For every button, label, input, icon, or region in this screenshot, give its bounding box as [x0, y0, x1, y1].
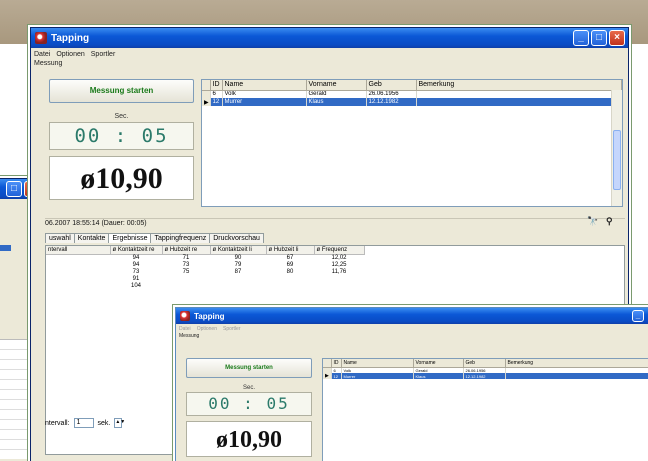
table-row[interactable]: 94 71 90 67 12,02 — [46, 254, 364, 261]
title-bar[interactable]: Tapping _ — [176, 308, 648, 324]
sec-label: Sec. — [242, 385, 255, 391]
col-id[interactable]: ID — [210, 80, 223, 91]
interval-label: ntervall: — [45, 419, 70, 427]
col-hubzeit-li[interactable]: ø Hubzeit li — [266, 246, 315, 255]
title-bar[interactable]: Tapping _ □ × — [31, 28, 628, 48]
measurement-timestamp: 06.2007 18:55:14 (Dauer: 00:05) — [45, 220, 147, 227]
menu-sportler[interactable]: Sportler — [91, 51, 116, 58]
time-display: 00 : 05 — [49, 122, 194, 150]
start-measurement-button[interactable]: Messung starten — [186, 358, 312, 378]
menu-bar: Datei Optionen Sportler — [31, 48, 628, 60]
interval-unit: sek. — [97, 419, 111, 427]
table-row[interactable]: 6 Volk Gerald 26.06.1956 — [202, 90, 622, 98]
sec-label: Sec. — [114, 113, 129, 120]
measure-panel: Messung starten Sec. 00 : 05 ø10,90 — [49, 79, 194, 209]
app-icon — [35, 32, 47, 44]
binoculars-icon[interactable]: 🔭 — [587, 216, 598, 227]
time-display: 00 : 05 — [186, 392, 312, 416]
col-bemerkung[interactable]: Bemerkung — [505, 359, 648, 368]
col-id[interactable]: ID — [331, 359, 342, 368]
close-icon[interactable]: × — [609, 30, 625, 46]
menu-sportler[interactable]: Sportler — [223, 326, 241, 332]
window-title: Tapping — [51, 32, 90, 44]
filter-icon[interactable]: ⚲ — [606, 216, 613, 227]
scroll-thumb[interactable] — [613, 130, 621, 190]
frequency-display: ø10,90 — [186, 421, 312, 457]
tab-druckvorschau[interactable]: Druckvorschau — [209, 233, 264, 243]
col-frequenz[interactable]: ø Frequenz — [314, 246, 365, 255]
table-row[interactable]: 91 — [46, 275, 364, 282]
app-icon — [180, 311, 190, 321]
table-row-selected[interactable]: ▶ 12 Murrer Klaus 12.12.1982 — [202, 98, 622, 106]
minimize-icon[interactable]: _ — [573, 30, 589, 46]
col-name[interactable]: Name — [222, 80, 307, 91]
col-geb[interactable]: Geb — [463, 359, 506, 368]
start-measurement-button[interactable]: Messung starten — [49, 79, 194, 103]
vertical-scrollbar[interactable] — [611, 90, 622, 206]
col-vorname[interactable]: Vorname — [306, 80, 367, 91]
col-geb[interactable]: Geb — [366, 80, 417, 91]
spinner-icon[interactable]: ▲▼ — [114, 418, 125, 428]
athlete-grid: ID Name Vorname Geb Bemerkung 6 Volk Ger… — [322, 358, 648, 461]
menu-datei[interactable]: Datei — [179, 326, 191, 332]
minimize-icon[interactable]: _ — [632, 310, 644, 322]
table-row-selected[interactable]: ▶ 12 Murrer Klaus 12.12.1982 — [323, 373, 648, 379]
frequency-display: ø10,90 — [49, 156, 194, 200]
selected-row[interactable] — [0, 245, 11, 251]
interval-input[interactable]: 1 — [73, 418, 94, 428]
menu-bar: Datei Optionen Sportler — [176, 324, 648, 333]
table-row[interactable]: 94 73 79 69 12,25 — [46, 261, 364, 268]
row-indicator-icon: ▶ — [202, 98, 211, 106]
col-hubzeit-re[interactable]: ø Hubzeit re — [162, 246, 211, 255]
menu-optionen[interactable]: Optionen — [197, 326, 217, 332]
window-title: Tapping — [194, 311, 225, 321]
tab-auswahl[interactable]: uswahl — [45, 233, 75, 243]
section-label: Messung — [179, 333, 200, 339]
maximize-icon[interactable]: □ — [6, 181, 22, 197]
maximize-icon[interactable]: □ — [591, 30, 607, 46]
col-vorname[interactable]: Vorname — [413, 359, 464, 368]
interval-footer: ntervall: 1 sek. ▲▼ — [45, 418, 125, 428]
col-kontaktzeit-li[interactable]: ø Kontaktzeit li — [210, 246, 267, 255]
col-name[interactable]: Name — [341, 359, 414, 368]
col-intervall[interactable]: ntervall — [46, 246, 111, 255]
measure-panel: Messung starten Sec. 00 : 05 ø10,90 — [186, 358, 312, 461]
tab-strip: uswahl Kontakte Ergebnisse Tappingfreque… — [45, 233, 264, 243]
menu-datei[interactable]: Datei — [34, 51, 50, 58]
section-label: Messung — [34, 60, 63, 67]
col-bemerkung[interactable]: Bemerkung — [416, 80, 622, 91]
status-line: 06.2007 18:55:14 (Dauer: 00:05) — [45, 218, 625, 228]
tab-tappingfrequenz[interactable]: Tappingfrequenz — [150, 233, 211, 243]
table-row[interactable]: 104 — [46, 282, 364, 289]
athlete-grid: ID Name Vorname Geb Bemerkung 6 Volk Ger… — [201, 79, 623, 207]
col-kontaktzeit-re[interactable]: ø Kontaktzeit re — [110, 246, 163, 255]
tab-ergebnisse[interactable]: Ergebnisse — [108, 233, 152, 243]
table-row[interactable]: 73 75 87 80 11,76 — [46, 268, 364, 275]
row-indicator-icon: ▶ — [323, 373, 332, 379]
tab-kontakte[interactable]: Kontakte — [73, 233, 110, 243]
menu-optionen[interactable]: Optionen — [56, 51, 84, 58]
window-front: Tapping _ Datei Optionen Sportler Messun… — [175, 307, 648, 461]
